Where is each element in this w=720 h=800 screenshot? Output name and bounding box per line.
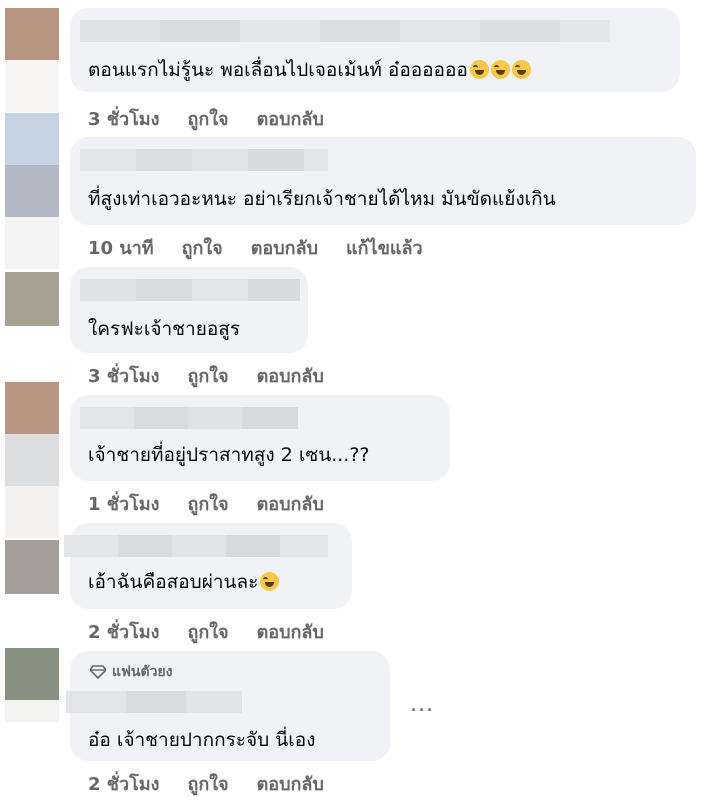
- reply-button[interactable]: ตอบกลับ: [257, 104, 324, 133]
- blurred-author-name[interactable]: [80, 20, 610, 42]
- comment-actions: 1 ชั่วโมง ถูกใจ ตอบกลับ: [88, 489, 324, 518]
- avatar[interactable]: [5, 272, 59, 326]
- avatar[interactable]: [5, 382, 59, 538]
- comment-bubble: เอ้าฉันคือสอบผ่านละ: [64, 523, 352, 609]
- like-button[interactable]: ถูกใจ: [187, 361, 228, 390]
- timestamp[interactable]: 10 นาที: [88, 233, 154, 262]
- comment-text: เจ้าชายที่อยู่ปราสาทสูง 2 เซน...??: [88, 444, 370, 466]
- blurred-author-name[interactable]: [80, 407, 298, 429]
- comment-text: ใครฟะเจ้าชายอสูร: [88, 318, 241, 340]
- laughing-emoji-icon: [490, 60, 510, 79]
- comment-actions: 3 ชั่วโมง ถูกใจ ตอบกลับ: [88, 104, 324, 133]
- timestamp[interactable]: 1 ชั่วโมง: [88, 489, 159, 518]
- timestamp[interactable]: 2 ชั่วโมง: [88, 617, 159, 646]
- blurred-author-name[interactable]: [66, 691, 242, 713]
- comment-bubble: ตอนแรกไม่รู้นะ พอเลื่อนไปเจอเม้นท์ อ๋อออ…: [70, 8, 680, 92]
- comment-bubble: เจ้าชายที่อยู่ปราสาทสูง 2 เซน...??: [70, 395, 450, 481]
- comment-bubble: ใครฟะเจ้าชายอสูร: [70, 267, 308, 353]
- like-button[interactable]: ถูกใจ: [187, 617, 228, 646]
- comment-bubble: แฟนตัวยง อ๋อ เจ้าชายปากกระจับ นี่เอง: [66, 651, 390, 761]
- comment-actions: 2 ชั่วโมง ถูกใจ ตอบกลับ: [88, 617, 324, 646]
- diamond-icon: [90, 665, 106, 679]
- comment-text: เอ้าฉันคือสอบผ่านละ: [88, 570, 280, 594]
- blurred-author-name[interactable]: [64, 535, 328, 557]
- timestamp[interactable]: 2 ชั่วโมง: [88, 769, 159, 798]
- comment-actions: 10 นาที ถูกใจ ตอบกลับ แก้ไขแล้ว: [88, 233, 423, 262]
- comment-text: ตอนแรกไม่รู้นะ พอเลื่อนไปเจอเม้นท์ อ๋อออ…: [88, 58, 531, 82]
- timestamp[interactable]: 3 ชั่วโมง: [88, 361, 159, 390]
- comment-text: ที่สูงเท่าเอวอะหนะ อย่าเรียกเจ้าชายได้ไห…: [88, 188, 556, 210]
- comment-actions: 2 ชั่วโมง ถูกใจ ตอบกลับ: [88, 769, 324, 798]
- laughing-emoji-icon: [469, 60, 489, 79]
- reply-button[interactable]: ตอบกลับ: [257, 489, 324, 518]
- laughing-emoji-icon: [511, 60, 531, 79]
- blurred-author-name[interactable]: [80, 279, 300, 301]
- comment-bubble: ที่สูงเท่าเอวอะหนะ อย่าเรียกเจ้าชายได้ไห…: [70, 137, 696, 225]
- reply-button[interactable]: ตอบกลับ: [257, 617, 324, 646]
- edited-label: แก้ไขแล้ว: [346, 238, 423, 259]
- like-button[interactable]: ถูกใจ: [187, 489, 228, 518]
- top-fan-badge: แฟนตัวยง: [90, 661, 173, 683]
- comment-actions: 3 ชั่วโมง ถูกใจ ตอบกลับ: [88, 361, 324, 390]
- reply-button[interactable]: ตอบกลับ: [257, 361, 324, 390]
- timestamp[interactable]: 3 ชั่วโมง: [88, 104, 159, 133]
- more-options-icon[interactable]: ...: [410, 692, 434, 717]
- blurred-author-name[interactable]: [80, 149, 328, 171]
- avatar[interactable]: [5, 648, 59, 722]
- reply-button[interactable]: ตอบกลับ: [251, 233, 318, 262]
- laughing-emoji-icon: [260, 572, 280, 591]
- like-button[interactable]: ถูกใจ: [187, 104, 228, 133]
- reply-button[interactable]: ตอบกลับ: [257, 769, 324, 798]
- avatar[interactable]: [5, 540, 59, 594]
- avatar[interactable]: [5, 8, 59, 112]
- like-button[interactable]: ถูกใจ: [182, 233, 223, 262]
- comment-text: อ๋อ เจ้าชายปากกระจับ นี่เอง: [88, 729, 316, 751]
- like-button[interactable]: ถูกใจ: [187, 769, 228, 798]
- avatar[interactable]: [5, 113, 59, 269]
- badge-label: แฟนตัวยง: [112, 664, 173, 680]
